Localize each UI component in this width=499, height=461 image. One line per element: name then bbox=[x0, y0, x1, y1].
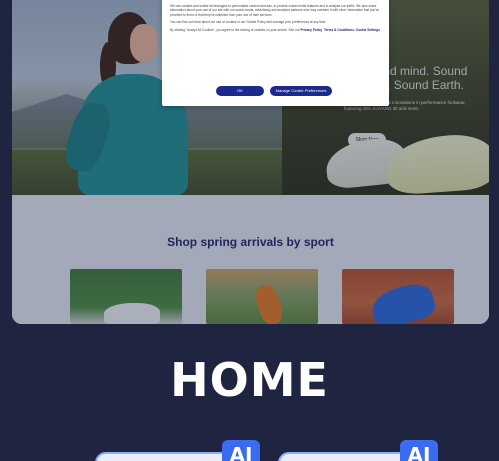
terms-link[interactable]: Terms & Conditions bbox=[324, 28, 354, 32]
cookie-paragraph-3: By clicking "Accept All Cookies", you ag… bbox=[170, 27, 380, 32]
privacy-policy-link[interactable]: Privacy Policy bbox=[301, 28, 323, 32]
website-screenshot: Sound mind. Sound body. Sound Earth. Our… bbox=[12, 0, 489, 324]
page-title: HOME bbox=[170, 353, 329, 407]
cookie-paragraph-2: You can find out more about our use of c… bbox=[170, 20, 327, 25]
cookie-consent-dialog: We use cookies and similar technologies … bbox=[162, 0, 389, 106]
cookie-paragraph-3-text: By clicking "Accept All Cookies", you ag… bbox=[170, 27, 300, 32]
ai-badge: AI bbox=[400, 440, 438, 461]
ai-badge: AI bbox=[222, 440, 260, 461]
manage-cookies-button[interactable]: Manage Cookie Preferences bbox=[270, 86, 332, 96]
accept-cookies-button[interactable]: OK bbox=[216, 86, 264, 96]
cookie-settings-link[interactable]: Cookie Settings bbox=[356, 28, 380, 32]
canvas: Sound mind. Sound body. Sound Earth. Our… bbox=[0, 0, 499, 461]
cookie-paragraph-1: We use cookies and similar technologies … bbox=[170, 4, 380, 17]
